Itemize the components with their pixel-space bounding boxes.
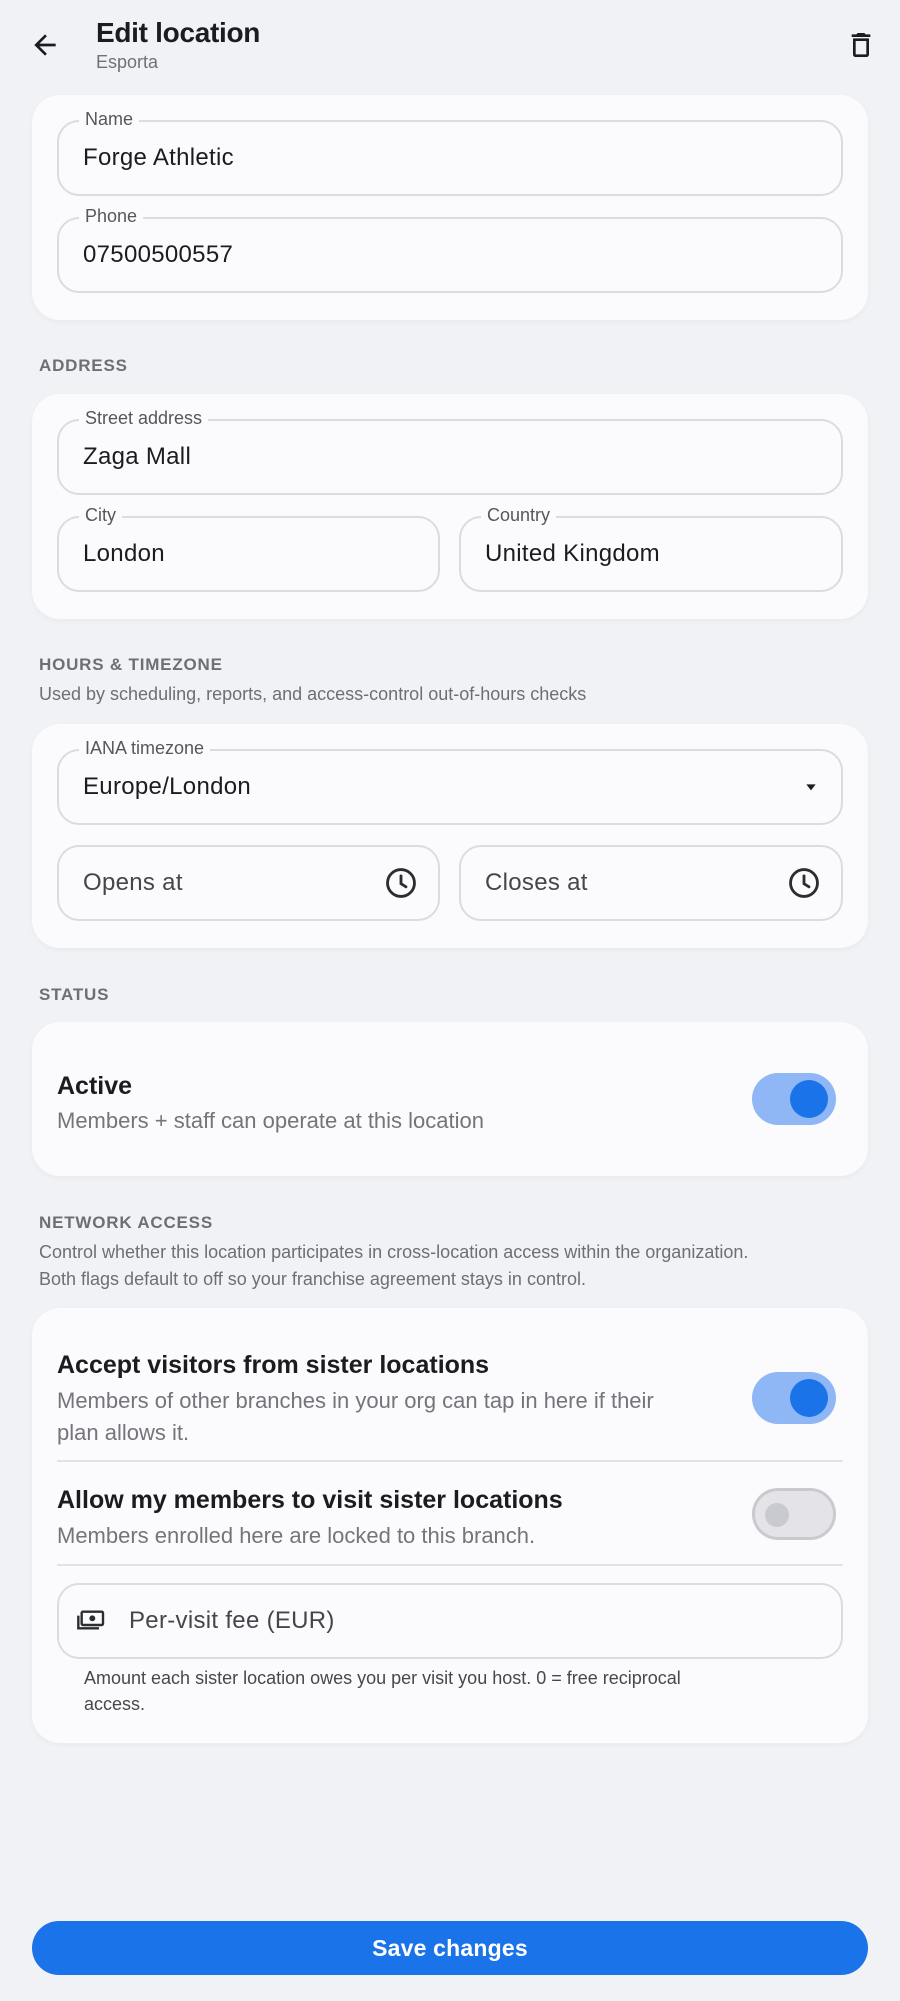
opens-at-placeholder: Opens at xyxy=(83,869,183,896)
toggle-knob xyxy=(765,1503,789,1527)
delete-button[interactable] xyxy=(840,24,882,66)
hours-section-description: Used by scheduling, reports, and access-… xyxy=(39,684,587,704)
network-access-card: Accept visitors from sister locations Me… xyxy=(32,1308,868,1743)
city-field[interactable]: City London xyxy=(57,505,440,592)
allow-members-description: Members enrolled here are locked to this… xyxy=(57,1523,536,1548)
allow-members-title: Allow my members to visit sister locatio… xyxy=(57,1486,563,1514)
clock-icon[interactable] xyxy=(384,866,418,900)
per-visit-fee-helper-line2: access. xyxy=(84,1694,146,1714)
divider xyxy=(57,1460,843,1462)
allow-members-toggle[interactable] xyxy=(752,1488,836,1540)
closes-at-placeholder: Closes at xyxy=(485,869,588,896)
per-visit-fee-placeholder: Per-visit fee (EUR) xyxy=(129,1607,335,1634)
country-label: Country xyxy=(481,505,557,526)
accept-visitors-description-line2: plan allows it. xyxy=(57,1420,190,1445)
hours-section-label: HOURS & TIMEZONE xyxy=(39,655,223,674)
closes-at-field[interactable]: Closes at xyxy=(459,845,843,921)
phone-field[interactable]: Phone 07500500557 xyxy=(57,206,843,293)
name-value: Forge Athletic xyxy=(83,144,234,171)
phone-label: Phone xyxy=(79,206,144,227)
hours-card: IANA timezone Europe/London Opens at Clo… xyxy=(32,724,868,948)
name-field[interactable]: Name Forge Athletic xyxy=(57,109,843,196)
basic-info-card: Name Forge Athletic Phone 07500500557 xyxy=(32,95,868,320)
status-section-label: STATUS xyxy=(39,985,110,1004)
divider xyxy=(57,1564,843,1566)
network-section-description-line1: Control whether this location participat… xyxy=(39,1242,749,1262)
per-visit-fee-field[interactable]: Per-visit fee (EUR) xyxy=(57,1583,843,1659)
active-title: Active xyxy=(57,1072,133,1100)
caret-down-icon xyxy=(803,779,819,795)
timezone-select[interactable]: IANA timezone Europe/London xyxy=(57,738,843,825)
toggle-knob xyxy=(790,1080,828,1118)
phone-value: 07500500557 xyxy=(83,241,234,268)
accept-visitors-title: Accept visitors from sister locations xyxy=(57,1351,490,1379)
back-button[interactable] xyxy=(24,24,66,66)
network-section-label: NETWORK ACCESS xyxy=(39,1213,213,1232)
country-value: United Kingdom xyxy=(485,540,660,567)
status-card: Active Members + staff can operate at th… xyxy=(32,1022,868,1176)
page-title: Edit location xyxy=(96,17,261,48)
edit-location-screen: Edit location Esporta Name Forge Athleti… xyxy=(0,0,900,2001)
city-value: London xyxy=(83,540,165,567)
address-card: Street address Zaga Mall City London Cou… xyxy=(32,394,868,619)
active-description: Members + staff can operate at this loca… xyxy=(57,1108,484,1133)
accept-visitors-description-line1: Members of other branches in your org ca… xyxy=(57,1388,654,1413)
name-label: Name xyxy=(79,109,140,130)
city-label: City xyxy=(79,505,122,526)
arrow-back-icon xyxy=(34,34,56,56)
page-subtitle: Esporta xyxy=(96,52,159,72)
street-address-label: Street address xyxy=(79,408,209,429)
save-changes-button[interactable]: Save changes xyxy=(32,1921,868,1975)
clock-icon[interactable] xyxy=(787,866,821,900)
active-toggle[interactable] xyxy=(752,1073,836,1125)
network-section-description-line2: Both flags default to off so your franch… xyxy=(39,1269,586,1289)
street-address-value: Zaga Mall xyxy=(83,443,192,470)
country-field[interactable]: Country United Kingdom xyxy=(459,505,843,592)
timezone-value: Europe/London xyxy=(83,773,252,800)
street-address-field[interactable]: Street address Zaga Mall xyxy=(57,408,843,495)
accept-visitors-toggle[interactable] xyxy=(752,1372,836,1424)
payments-icon xyxy=(75,1605,107,1637)
address-section-label: ADDRESS xyxy=(39,356,128,375)
top-app-bar: Edit location Esporta xyxy=(0,0,900,88)
opens-at-field[interactable]: Opens at xyxy=(57,845,440,921)
trash-icon xyxy=(851,33,871,57)
toggle-knob xyxy=(790,1379,828,1417)
timezone-label: IANA timezone xyxy=(79,738,211,759)
per-visit-fee-helper-line1: Amount each sister location owes you per… xyxy=(84,1668,681,1688)
